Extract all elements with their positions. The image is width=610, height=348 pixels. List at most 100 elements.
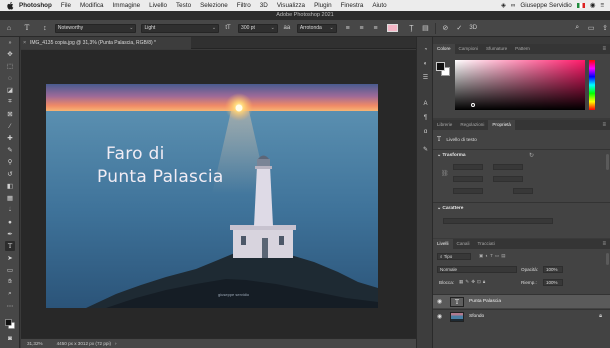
search-icon[interactable]: ⌕	[572, 23, 582, 33]
align-right-icon[interactable]: ≡	[371, 23, 381, 33]
font-size-select[interactable]: 300 pt ⌄	[238, 23, 278, 33]
history-brush-tool-icon[interactable]: ↺	[5, 169, 15, 179]
home-icon[interactable]: ⌂	[4, 23, 14, 33]
workspace-icon[interactable]: ▭	[586, 23, 596, 33]
menu-list-icon[interactable]: ≡	[600, 2, 604, 9]
adjustments-panel-icon[interactable]: ◐	[421, 59, 430, 68]
brush-tool-icon[interactable]: ✎	[5, 145, 15, 155]
warp-text-icon[interactable]: Ţ	[406, 23, 416, 33]
character-panel-icon[interactable]: A	[421, 99, 430, 108]
foreground-color-swatch[interactable]	[436, 62, 445, 71]
menu-finestra[interactable]: Finestra	[341, 2, 364, 9]
document-tab[interactable]: × IMG_4135 copia.jpg @ 31,3% (Punta Pala…	[21, 37, 191, 49]
width-field[interactable]	[453, 164, 483, 170]
angle-field[interactable]	[453, 188, 483, 194]
brush-settings-icon[interactable]: ✎	[421, 145, 430, 154]
edit-toolbar-icon[interactable]: ⋯	[5, 301, 15, 311]
text-orientation-icon[interactable]: ↕	[40, 23, 50, 33]
tab-regolazioni[interactable]: Regolazioni	[456, 120, 488, 130]
eyedropper-tool-icon[interactable]: ⁄	[5, 121, 15, 131]
user-name[interactable]: Giuseppe Servidio	[520, 2, 571, 9]
pen-tool-icon[interactable]: ✒	[5, 229, 15, 239]
menu-visualizza[interactable]: Visualizza	[277, 2, 305, 9]
quick-mask-icon[interactable]: ◙	[5, 333, 15, 343]
italian-flag-icon[interactable]	[576, 3, 585, 8]
gradient-tool-icon[interactable]: ▦	[5, 193, 15, 203]
transform-section-header[interactable]: ⌄ Trasforma	[437, 153, 466, 158]
layer-name[interactable]: Punta Palascia	[469, 295, 501, 309]
dodge-tool-icon[interactable]: ●	[5, 217, 15, 227]
object-selection-tool-icon[interactable]: ◪	[5, 85, 15, 95]
photo-text-line1[interactable]: Faro di	[106, 144, 165, 164]
eraser-tool-icon[interactable]: ◧	[5, 181, 15, 191]
type-tool-icon[interactable]: T	[5, 241, 15, 251]
account-icon[interactable]: ◉	[590, 2, 596, 9]
hue-slider[interactable]	[589, 60, 595, 110]
tab-pattern[interactable]: Pattern	[511, 44, 534, 54]
reset-transform-icon[interactable]: ↻	[529, 152, 534, 159]
character-section-header[interactable]: ⌄ Carattere	[437, 206, 463, 211]
menu-testo[interactable]: Testo	[176, 2, 191, 9]
type-tool-preset-icon[interactable]: T	[22, 23, 32, 33]
menu-aiuto[interactable]: Aiuto	[372, 2, 386, 9]
eye-icon[interactable]: ◉	[437, 298, 442, 305]
tab-colore[interactable]: Colore	[433, 44, 455, 54]
3d-text-icon[interactable]: 3D	[468, 23, 478, 33]
align-center-icon[interactable]: ≡	[357, 23, 367, 33]
height-field[interactable]	[453, 176, 483, 182]
tab-proprieta[interactable]: Proprietà	[488, 120, 515, 130]
menu-modifica[interactable]: Modifica	[80, 2, 103, 9]
tab-canali[interactable]: Canali	[453, 239, 474, 249]
menu-filtro[interactable]: Filtro	[237, 2, 251, 9]
text-color-swatch[interactable]	[386, 24, 399, 32]
cancel-icon[interactable]: ⊘	[440, 23, 450, 33]
layer-filter-icons[interactable]: ▣◐T▭▤	[479, 253, 508, 259]
apple-icon[interactable]	[6, 1, 14, 10]
channels-panel-icon[interactable]: ☰	[421, 73, 430, 82]
marquee-tool-icon[interactable]: ⬚	[5, 61, 15, 71]
color-picker-handle[interactable]	[471, 103, 475, 107]
layer-row-background[interactable]: ◉ Sfondo 🔒︎	[433, 309, 610, 323]
tab-sfumature[interactable]: Sfumature	[482, 44, 511, 54]
eye-icon[interactable]: ◉	[437, 313, 442, 320]
align-left-icon[interactable]: ≡	[343, 23, 353, 33]
color-field[interactable]	[455, 60, 585, 110]
y-field[interactable]	[493, 176, 523, 182]
properties-scrollbar[interactable]	[606, 154, 609, 170]
menu-livello[interactable]: Livello	[149, 2, 167, 9]
close-icon[interactable]: ×	[23, 37, 26, 49]
creative-cloud-icon[interactable]: ∞	[511, 2, 516, 9]
fill-field[interactable]: 100%	[543, 279, 563, 286]
lock-icon[interactable]: 🔒︎	[599, 313, 602, 320]
zoom-level[interactable]: 31,32%	[27, 339, 43, 348]
layer-name[interactable]: Sfondo	[469, 310, 484, 324]
history-panel-icon[interactable]: ◔	[421, 45, 430, 54]
panel-menu-icon[interactable]: ≡	[602, 239, 606, 249]
move-tool-icon[interactable]: ✥	[5, 49, 15, 59]
foreground-background-icon[interactable]	[5, 319, 15, 329]
paragraph-panel-icon[interactable]: ¶	[421, 113, 430, 122]
document-image[interactable]: Faro di Punta Palascia giuseppe servidio	[46, 84, 378, 308]
tab-tracciati[interactable]: Tracciati	[474, 239, 499, 249]
layer-row-text[interactable]: ◉ T Punta Palascia	[433, 294, 610, 308]
layer-filter-select[interactable]: ⌕ Tipo	[437, 253, 471, 260]
healing-brush-tool-icon[interactable]: ✚	[5, 133, 15, 143]
menu-immagine[interactable]: Immagine	[113, 2, 141, 9]
document-size[interactable]: 4450 px x 3012 px (72 ppi)	[57, 339, 111, 348]
tab-livelli[interactable]: Livelli	[433, 239, 453, 249]
dropbox-icon[interactable]: ◈	[501, 2, 506, 9]
commit-check-icon[interactable]: ✓	[454, 23, 464, 33]
panel-menu-icon[interactable]: ≡	[602, 120, 606, 130]
font-style-select[interactable]: Light ⌄	[141, 23, 220, 33]
frame-tool-icon[interactable]: ⊠	[5, 109, 15, 119]
chevron-right-icon[interactable]: ›	[115, 339, 117, 348]
canvas-area[interactable]: Faro di Punta Palascia giuseppe servidio	[21, 50, 416, 338]
tab-librerie[interactable]: Librerie	[433, 120, 456, 130]
menu-3d[interactable]: 3D	[260, 2, 268, 9]
layers-scrollbar[interactable]	[606, 253, 609, 265]
character-font-field[interactable]	[443, 218, 553, 224]
blur-tool-icon[interactable]: 💧︎	[5, 205, 15, 215]
character-panel-icon[interactable]: ▤	[420, 23, 430, 33]
glyphs-panel-icon[interactable]: ɑ	[421, 127, 430, 136]
font-family-select[interactable]: Noteworthy ⌄	[54, 23, 137, 33]
